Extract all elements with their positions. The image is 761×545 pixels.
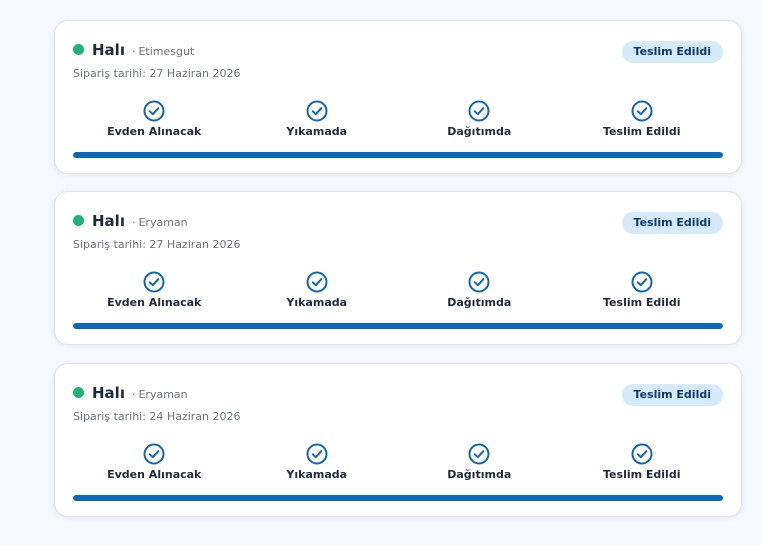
check-circle-icon	[306, 271, 328, 293]
order-card[interactable]: Halı · Eryaman Sipariş tarihi: 24 Hazira…	[54, 363, 742, 517]
check-circle-icon	[468, 443, 490, 465]
step-delivered: Teslim Edildi	[561, 100, 724, 144]
order-date: Sipariş tarihi: 24 Haziran 2026	[73, 410, 241, 423]
status-dot-icon	[73, 44, 84, 55]
check-circle-icon	[631, 271, 653, 293]
check-circle-icon	[306, 443, 328, 465]
status-badge: Teslim Edildi	[621, 41, 723, 63]
step-label: Evden Alınacak	[107, 468, 202, 481]
step-label: Yıkamada	[286, 125, 348, 138]
status-dot-icon	[73, 387, 84, 398]
step-pickup: Evden Alınacak	[73, 443, 236, 487]
step-washing: Yıkamada	[236, 271, 399, 315]
step-pickup: Evden Alınacak	[73, 100, 236, 144]
status-badge: Teslim Edildi	[621, 384, 723, 406]
step-delivered: Teslim Edildi	[561, 271, 724, 315]
check-circle-icon	[306, 100, 328, 122]
step-label: Teslim Edildi	[603, 125, 681, 138]
service-name: Halı	[92, 41, 125, 59]
progress-steps: Evden Alınacak Yıkamada Dağıtımda Teslim…	[73, 100, 723, 144]
progress-steps: Evden Alınacak Yıkamada Dağıtımda Teslim…	[73, 271, 723, 315]
check-circle-icon	[143, 271, 165, 293]
step-label: Dağıtımda	[447, 125, 512, 138]
progress-bar	[73, 495, 723, 501]
step-label: Dağıtımda	[447, 296, 512, 309]
step-label: Teslim Edildi	[603, 296, 681, 309]
check-circle-icon	[143, 100, 165, 122]
order-date: Sipariş tarihi: 27 Haziran 2026	[73, 67, 241, 80]
separator: ·	[131, 45, 136, 58]
step-label: Yıkamada	[286, 468, 348, 481]
status-dot-icon	[73, 215, 84, 226]
step-delivery: Dağıtımda	[398, 443, 561, 487]
step-label: Teslim Edildi	[603, 468, 681, 481]
check-circle-icon	[631, 443, 653, 465]
district-name: Eryaman	[138, 216, 188, 229]
check-circle-icon	[468, 100, 490, 122]
step-label: Dağıtımda	[447, 468, 512, 481]
order-header: Halı · Eryaman	[73, 384, 188, 402]
step-washing: Yıkamada	[236, 100, 399, 144]
progress-fill	[73, 323, 723, 329]
step-delivery: Dağıtımda	[398, 100, 561, 144]
check-circle-icon	[143, 443, 165, 465]
order-list: Halı · Etimesgut Sipariş tarihi: 27 Hazi…	[0, 0, 761, 545]
check-circle-icon	[468, 271, 490, 293]
order-card[interactable]: Halı · Eryaman Sipariş tarihi: 27 Hazira…	[54, 191, 742, 345]
progress-fill	[73, 152, 723, 158]
order-header: Halı · Etimesgut	[73, 41, 194, 59]
status-badge: Teslim Edildi	[621, 212, 723, 234]
progress-steps: Evden Alınacak Yıkamada Dağıtımda Teslim…	[73, 443, 723, 487]
service-name: Halı	[92, 212, 125, 230]
order-card[interactable]: Halı · Etimesgut Sipariş tarihi: 27 Hazi…	[54, 20, 742, 174]
step-label: Yıkamada	[286, 296, 348, 309]
progress-bar	[73, 323, 723, 329]
step-delivered: Teslim Edildi	[561, 443, 724, 487]
service-name: Halı	[92, 384, 125, 402]
step-washing: Yıkamada	[236, 443, 399, 487]
step-pickup: Evden Alınacak	[73, 271, 236, 315]
progress-bar	[73, 152, 723, 158]
step-label: Evden Alınacak	[107, 125, 202, 138]
separator: ·	[131, 216, 136, 229]
order-header: Halı · Eryaman	[73, 212, 188, 230]
progress-fill	[73, 495, 723, 501]
step-delivery: Dağıtımda	[398, 271, 561, 315]
district-name: Etimesgut	[138, 45, 195, 58]
order-date: Sipariş tarihi: 27 Haziran 2026	[73, 238, 241, 251]
separator: ·	[131, 388, 136, 401]
step-label: Evden Alınacak	[107, 296, 202, 309]
check-circle-icon	[631, 100, 653, 122]
district-name: Eryaman	[138, 388, 188, 401]
